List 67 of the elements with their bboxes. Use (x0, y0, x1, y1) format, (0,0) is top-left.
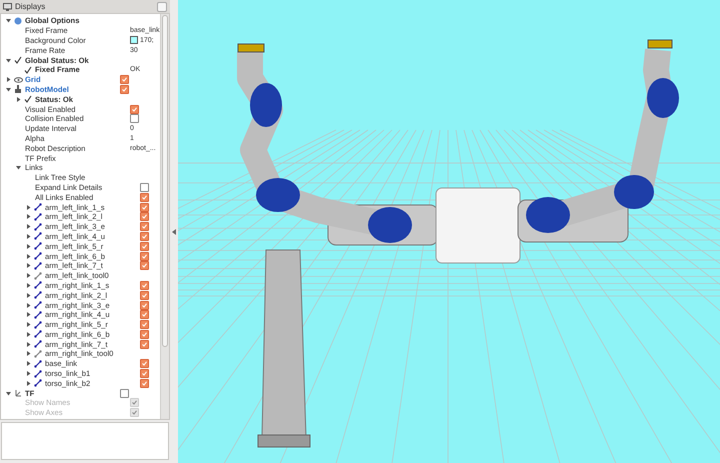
color-swatch[interactable] (130, 36, 138, 44)
expand-arrow[interactable] (26, 292, 30, 298)
checkbox[interactable] (140, 212, 149, 222)
expand-arrow[interactable] (26, 204, 30, 210)
checkbox[interactable] (140, 222, 149, 232)
expand-arrow[interactable] (6, 77, 10, 82)
expand-arrow[interactable] (26, 302, 30, 308)
checkbox[interactable] (140, 182, 149, 192)
expand-arrow[interactable] (26, 224, 30, 230)
axes-icon (14, 389, 22, 398)
checkbox[interactable] (140, 310, 149, 320)
eye-icon (14, 76, 22, 83)
globe-icon (14, 16, 22, 25)
checkbox[interactable] (120, 388, 129, 398)
expand-arrow[interactable] (26, 361, 30, 366)
expand-arrow[interactable] (26, 244, 30, 249)
robot-icon (14, 85, 22, 94)
expand-arrow[interactable] (6, 58, 10, 63)
expand-arrow[interactable] (6, 18, 10, 24)
checkbox[interactable] (140, 202, 149, 212)
expand-arrow[interactable] (26, 312, 30, 318)
checkbox[interactable] (140, 261, 149, 270)
checkbox[interactable] (140, 340, 149, 349)
checkbox[interactable] (140, 320, 149, 330)
expand-arrow[interactable] (6, 390, 10, 396)
checkbox[interactable] (120, 75, 129, 84)
checkbox[interactable] (140, 330, 149, 339)
expand-arrow[interactable] (16, 96, 20, 102)
checkbox[interactable] (130, 104, 139, 114)
scrollbar-thumb[interactable] (162, 15, 168, 347)
checkbox[interactable] (120, 84, 129, 94)
checkbox[interactable] (140, 232, 149, 241)
expand-arrow[interactable] (26, 282, 30, 288)
checkbox[interactable] (140, 359, 149, 368)
expand-arrow[interactable] (26, 214, 30, 220)
expand-arrow[interactable] (26, 263, 30, 268)
collapse-arrow-icon[interactable] (172, 228, 176, 234)
monitor-icon (3, 2, 12, 10)
expand-arrow[interactable] (6, 86, 10, 92)
scrollbar[interactable] (160, 14, 169, 419)
expand-arrow[interactable] (26, 322, 30, 328)
checkbox[interactable] (140, 252, 149, 261)
checkbox[interactable] (140, 242, 149, 251)
expand-arrow[interactable] (16, 165, 20, 170)
expand-arrow[interactable] (26, 234, 30, 239)
checkbox[interactable] (140, 290, 149, 300)
expand-arrow[interactable] (26, 380, 30, 386)
link-icon (34, 310, 42, 319)
expand-arrow[interactable] (26, 273, 30, 278)
expand-arrow[interactable] (26, 371, 30, 376)
link-icon (34, 291, 42, 300)
checkbox[interactable] (140, 280, 149, 290)
checkbox[interactable] (140, 300, 149, 310)
link-icon (34, 360, 42, 368)
check-icon (24, 95, 32, 104)
expand-arrow[interactable] (26, 254, 30, 259)
checkbox[interactable] (140, 369, 149, 378)
checkbox[interactable] (130, 114, 139, 124)
link-icon (34, 301, 42, 309)
link-icon (34, 242, 42, 250)
3d-viewport[interactable] (178, 0, 720, 463)
checkbox[interactable] (140, 192, 149, 202)
expand-arrow[interactable] (26, 351, 30, 356)
expand-arrow[interactable] (26, 332, 30, 337)
panel-title: Displays (15, 2, 46, 11)
checkbox[interactable] (140, 378, 149, 388)
expand-arrow[interactable] (26, 342, 30, 347)
